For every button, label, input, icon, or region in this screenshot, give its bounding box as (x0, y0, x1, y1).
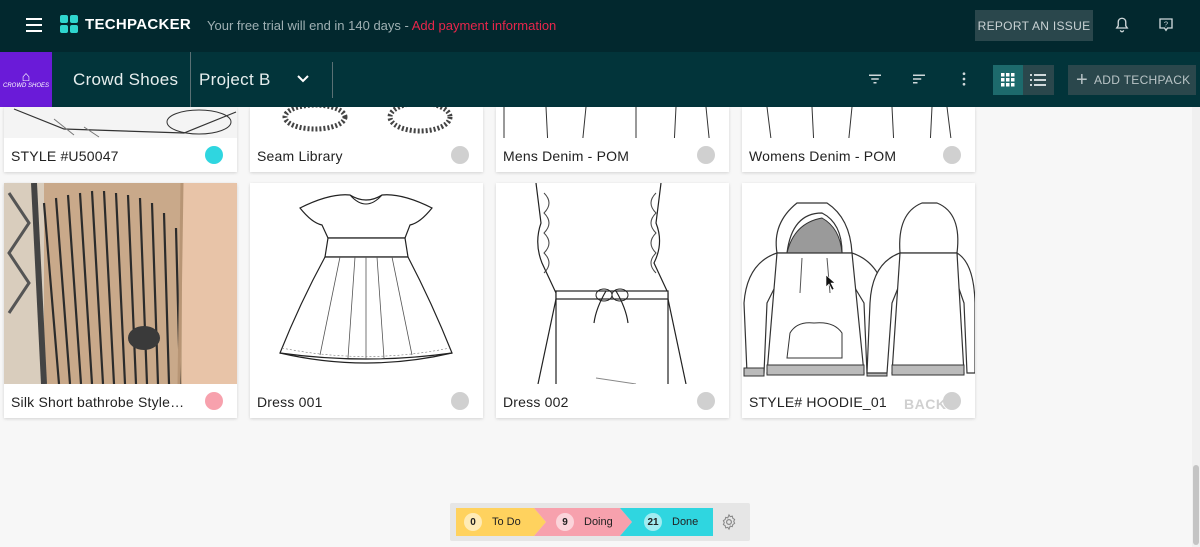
report-issue-button[interactable]: REPORT AN ISSUE (975, 10, 1093, 41)
card-label: Mens Denim - POM (496, 138, 729, 172)
techpacker-logo-icon (60, 15, 78, 33)
view-toggle (993, 65, 1054, 95)
back-watermark: BACK (904, 396, 947, 412)
card-thumbnail (4, 107, 237, 138)
app-name: TECHPACKER (85, 15, 192, 33)
status-indicator[interactable] (451, 146, 469, 164)
status-doing[interactable]: 9 Doing (556, 508, 613, 536)
doing-label: Doing (584, 516, 613, 528)
techpack-card[interactable]: STYLE #U50047 (4, 107, 237, 172)
done-label: Done (672, 516, 699, 528)
card-thumbnail (496, 183, 729, 384)
project-toolbar: ⌂ CROWD SHOES Crowd Shoes Project B + AD… (0, 52, 1200, 107)
company-name[interactable]: Crowd Shoes (73, 70, 178, 90)
sort-icon[interactable] (910, 70, 928, 88)
list-view-button[interactable] (1023, 65, 1053, 95)
shoe-icon: ⌂ (21, 68, 31, 85)
techpack-card[interactable]: Mens Denim - POM (496, 107, 729, 172)
status-done[interactable]: 21 Done (644, 508, 698, 536)
bell-icon[interactable] (1113, 16, 1131, 34)
techpack-card[interactable]: Womens Denim - POM (742, 107, 975, 172)
app-logo[interactable]: TECHPACKER (60, 15, 191, 33)
techpack-card[interactable]: Dress 001 (250, 183, 483, 418)
todo-label: To Do (492, 516, 521, 528)
card-label: Dress 002 (496, 384, 729, 418)
doing-count: 9 (556, 513, 574, 531)
card-thumbnail (250, 107, 483, 138)
techpack-card[interactable]: Dress 002 (496, 183, 729, 418)
trial-notice: Your free trial will end in 140 days - A… (207, 18, 556, 33)
add-techpack-label: ADD TECHPACK (1093, 73, 1191, 87)
card-thumbnail (250, 183, 483, 384)
card-label: Womens Denim - POM (742, 138, 975, 172)
brand-thumbnail[interactable]: ⌂ CROWD SHOES (0, 52, 52, 107)
chevron-down-icon[interactable] (297, 74, 309, 84)
project-name[interactable]: Project B (199, 70, 271, 90)
techpack-card[interactable]: STYLE# HOODIE_01 BACK (742, 183, 975, 418)
status-indicator[interactable] (697, 392, 715, 410)
status-indicator[interactable] (451, 392, 469, 410)
trial-text: Your free trial will end in 140 days (207, 18, 401, 33)
card-label: Silk Short bathrobe Style… (4, 384, 237, 418)
filter-icon[interactable] (866, 70, 884, 88)
divider (190, 52, 191, 107)
card-thumbnail (4, 183, 237, 384)
status-indicator[interactable] (205, 392, 223, 410)
plus-icon: + (1076, 68, 1088, 91)
status-indicator[interactable] (205, 146, 223, 164)
grid-view-button[interactable] (993, 65, 1023, 95)
status-indicator[interactable] (943, 146, 961, 164)
techpack-card[interactable]: Seam Library (250, 107, 483, 172)
trial-separator: - (400, 18, 412, 33)
settings-gear-icon[interactable] (720, 513, 738, 531)
status-todo[interactable]: 0 To Do (464, 508, 521, 536)
help-icon[interactable]: ? (1157, 16, 1175, 34)
card-label: STYLE #U50047 (4, 138, 237, 172)
todo-count: 0 (464, 513, 482, 531)
list-icon (1030, 74, 1046, 86)
grid-icon (1001, 73, 1015, 87)
add-payment-link[interactable]: Add payment information (412, 18, 557, 33)
scrollbar-thumb[interactable] (1193, 465, 1199, 545)
done-count: 21 (644, 513, 662, 531)
card-thumbnail (742, 183, 975, 384)
svg-text:?: ? (1164, 20, 1168, 29)
status-indicator[interactable] (697, 146, 715, 164)
top-navigation-bar: TECHPACKER Your free trial will end in 1… (0, 0, 1200, 52)
more-vertical-icon[interactable] (955, 70, 973, 88)
status-summary-bar: 0 To Do 9 Doing 21 Done (450, 503, 750, 541)
vertical-scrollbar[interactable] (1192, 107, 1200, 547)
brand-thumbnail-text: CROWD SHOES (2, 83, 49, 90)
techpack-card[interactable]: Silk Short bathrobe Style… (4, 183, 237, 418)
status-indicator[interactable] (943, 392, 961, 410)
card-label: Seam Library (250, 138, 483, 172)
card-label: Dress 001 (250, 384, 483, 418)
menu-icon[interactable] (26, 18, 42, 32)
add-techpack-button[interactable]: + ADD TECHPACK (1068, 65, 1196, 95)
divider (332, 62, 333, 98)
